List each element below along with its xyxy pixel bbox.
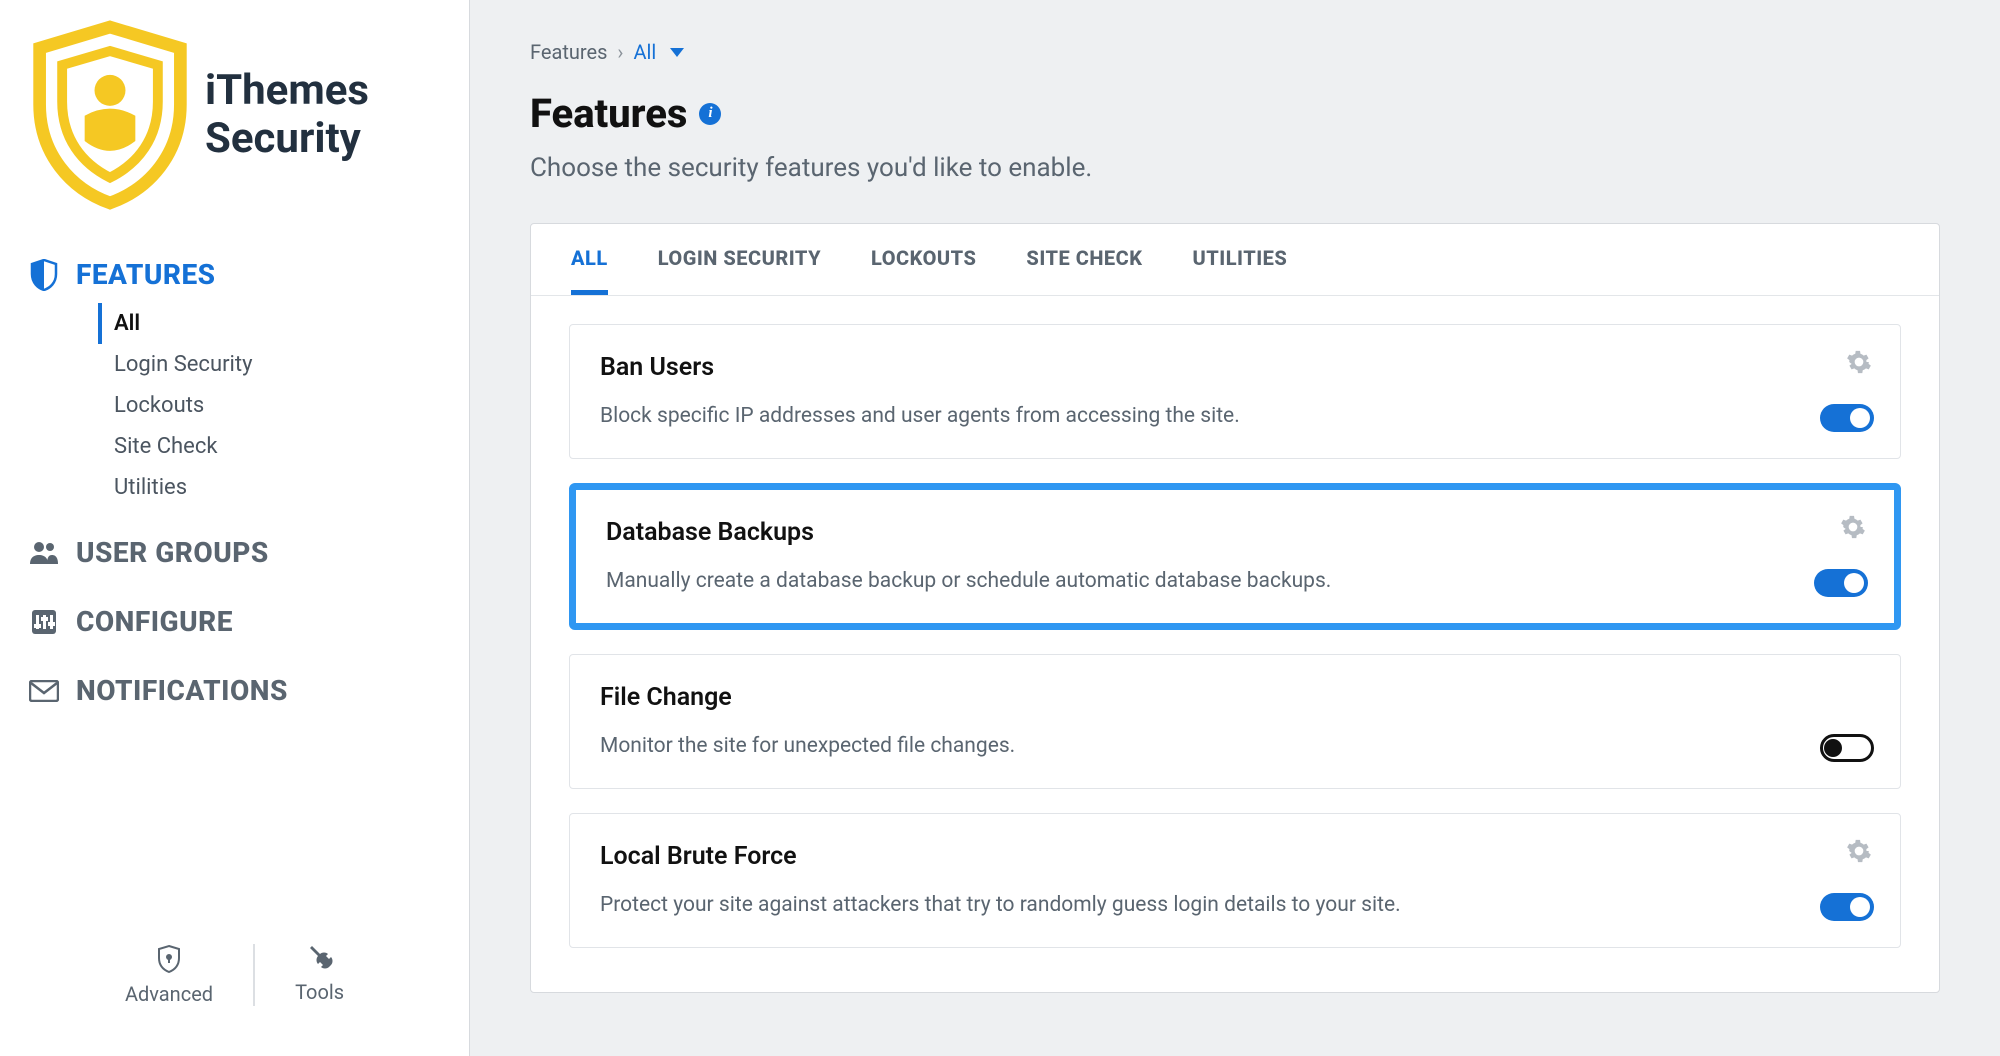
page-title: Features i [530,90,1940,137]
bottom-tools: Advanced Tools [0,914,469,1056]
tools-label: Tools [295,980,344,1004]
features-subnav: All Login Security Lockouts Site Check U… [28,303,469,508]
card-file-change: File Change Monitor the site for unexpec… [569,654,1901,789]
sidebar: iThemesSecurity FEATURES All Login Secur… [0,0,470,1056]
page-description: Choose the security features you'd like … [530,153,1940,183]
tools-link[interactable]: Tools [295,944,344,1006]
nav-configure[interactable]: CONFIGURE [28,587,469,656]
feature-tabs: ALL LOGIN SECURITY LOCKOUTS SITE CHECK U… [531,224,1939,296]
gear-icon[interactable] [1840,514,1866,540]
tab-site-check[interactable]: SITE CHECK [1026,246,1142,295]
tab-lockouts[interactable]: LOCKOUTS [871,246,976,295]
subnav-site-check[interactable]: Site Check [114,426,469,467]
shield-icon [28,259,60,291]
nav-user-groups[interactable]: USER GROUPS [28,518,469,587]
info-icon[interactable]: i [699,103,721,125]
breadcrumb-current[interactable]: All [633,40,656,64]
mail-icon [28,675,60,707]
card-ban-users: Ban Users Block specific IP addresses an… [569,324,1901,459]
main-nav: FEATURES All Login Security Lockouts Sit… [0,240,469,725]
tab-login-security[interactable]: LOGIN SECURITY [658,246,821,295]
chevron-right-icon: › [617,40,623,64]
card-title: Local Brute Force [600,842,1870,871]
toggle-database-backups[interactable] [1814,569,1868,597]
breadcrumb-root[interactable]: Features [530,40,607,64]
toggle-ban-users[interactable] [1820,404,1874,432]
users-icon [28,537,60,569]
wrench-icon [306,944,334,972]
advanced-label: Advanced [125,982,213,1006]
toggle-local-brute-force[interactable] [1820,893,1874,921]
nav-features[interactable]: FEATURES [28,240,469,309]
card-description: Monitor the site for unexpected file cha… [600,734,1870,758]
card-database-backups: Database Backups Manually create a datab… [569,483,1901,630]
nav-notifications-label: NOTIFICATIONS [76,674,288,707]
feature-cards: Ban Users Block specific IP addresses an… [531,296,1939,992]
subnav-all[interactable]: All [98,303,469,344]
tab-all[interactable]: ALL [571,246,608,295]
sliders-icon [28,606,60,638]
nav-features-label: FEATURES [76,258,216,291]
nav-user-groups-label: USER GROUPS [76,536,269,569]
features-panel: ALL LOGIN SECURITY LOCKOUTS SITE CHECK U… [530,223,1940,993]
tab-utilities[interactable]: UTILITIES [1193,246,1288,295]
main-content: Features › All Features i Choose the sec… [470,0,2000,1056]
subnav-login-security[interactable]: Login Security [114,344,469,385]
subnav-lockouts[interactable]: Lockouts [114,385,469,426]
shield-logo-icon [25,20,195,210]
gear-icon[interactable] [1846,838,1872,864]
caret-down-icon[interactable] [670,48,684,57]
tools-divider [253,944,255,1006]
nav-notifications[interactable]: NOTIFICATIONS [28,656,469,725]
card-description: Protect your site against attackers that… [600,893,1870,917]
card-title: File Change [600,683,1870,712]
nav-configure-label: CONFIGURE [76,605,233,638]
breadcrumb: Features › All [530,40,1940,64]
toggle-file-change[interactable] [1820,734,1874,762]
card-title: Ban Users [600,353,1870,382]
gear-icon[interactable] [1846,349,1872,375]
subnav-utilities[interactable]: Utilities [114,467,469,508]
card-title: Database Backups [606,518,1864,547]
brand-name: iThemesSecurity [205,67,369,164]
advanced-link[interactable]: Advanced [125,944,213,1006]
card-local-brute-force: Local Brute Force Protect your site agai… [569,813,1901,948]
shield-lock-icon [156,944,182,974]
card-description: Block specific IP addresses and user age… [600,404,1870,428]
card-description: Manually create a database backup or sch… [606,569,1864,593]
brand-logo: iThemesSecurity [0,20,469,240]
